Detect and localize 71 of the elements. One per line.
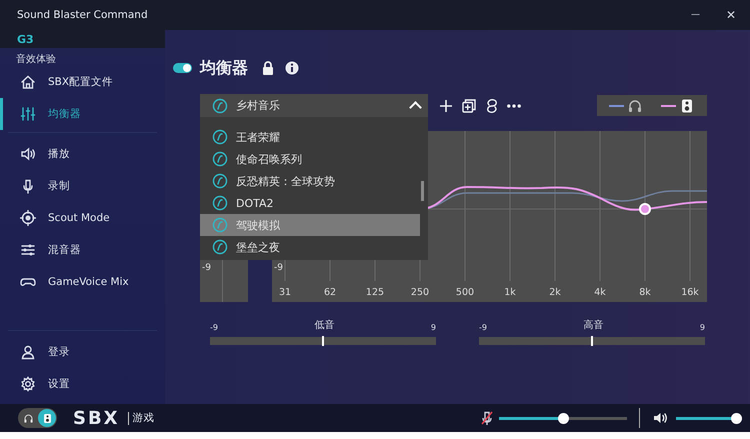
round-emblem-icon <box>212 195 228 211</box>
frequency-label: 4k <box>594 287 606 298</box>
frequency-label: 500 <box>456 287 474 298</box>
info-icon <box>284 60 300 76</box>
sidebar-item[interactable]: 混音器 <box>0 234 165 266</box>
max-label: 9 <box>700 323 705 332</box>
round-emblem-icon <box>212 151 228 167</box>
min-label: -9 <box>210 323 218 332</box>
frequency-label: 250 <box>410 287 430 298</box>
speaker-icon <box>42 412 52 424</box>
gear-icon <box>20 376 36 392</box>
home-icon <box>20 74 36 90</box>
slider-track[interactable] <box>479 337 705 345</box>
device-name: G3 <box>0 30 165 48</box>
frequency-label: 62 <box>324 287 336 298</box>
target-icon <box>20 210 36 226</box>
copy-button[interactable] <box>461 98 477 114</box>
logo: SBX <box>73 408 120 428</box>
output-toggle[interactable] <box>18 408 57 428</box>
slider-label: 低音 <box>314 318 334 332</box>
frequency-label: 2k <box>549 287 561 298</box>
frequency-label: 31 <box>278 287 292 298</box>
mode-label: 游戏 <box>132 411 155 425</box>
slider-thumb[interactable] <box>558 412 569 424</box>
sidebar-item[interactable]: 设置 <box>0 368 165 400</box>
copy-icon <box>461 98 477 114</box>
round-emblem-icon <box>212 129 228 145</box>
speaker-icon <box>20 146 36 162</box>
min-label: -9 <box>479 323 487 332</box>
axis-label: -9 <box>274 263 283 273</box>
frequency-label: 16k <box>681 287 699 298</box>
slider-label: 高音 <box>583 318 604 332</box>
scrollbar[interactable] <box>421 181 424 201</box>
sidebar-item[interactable]: SBX配置文件 <box>0 66 165 98</box>
sidebar-item[interactable]: 登录 <box>0 336 165 368</box>
sliders-icon <box>20 242 36 258</box>
preset-dropdown[interactable]: 乡村音乐 <box>200 94 428 117</box>
preset-option[interactable]: 王者荣耀 <box>200 126 420 148</box>
slider-track[interactable] <box>210 337 436 345</box>
output-option[interactable] <box>38 409 56 427</box>
close-button[interactable]: ✕ <box>722 8 740 22</box>
add-button[interactable] <box>438 98 454 114</box>
more-icon <box>507 104 521 108</box>
frequency-label: 8k <box>639 287 651 298</box>
round-emblem-icon <box>212 239 228 255</box>
preset-option[interactable]: 反恐精英：全球攻势 <box>200 170 420 192</box>
axis-label: -9 <box>202 263 211 273</box>
sidebar-item[interactable]: Scout Mode <box>0 202 165 234</box>
sidebar-item[interactable]: GameVoice Mix <box>0 266 165 298</box>
round-emblem-icon <box>212 217 228 233</box>
user-icon <box>20 344 36 360</box>
section-label: 音效体验 <box>15 52 57 66</box>
sidebar-item[interactable]: 录制 <box>0 170 165 202</box>
preset-option[interactable]: 堡垒之夜 <box>200 236 420 258</box>
window-title: Sound Blaster Command <box>17 9 149 21</box>
add-icon <box>438 98 454 114</box>
sidebar-item[interactable]: 播放 <box>0 138 165 170</box>
slider-thumb[interactable] <box>731 412 742 424</box>
round-emblem-icon <box>212 173 228 189</box>
equalizer-icon <box>20 106 36 122</box>
frequency-label: 125 <box>366 287 384 298</box>
preset-option[interactable]: DOTA2 <box>200 192 420 214</box>
toggle-switch[interactable] <box>173 63 192 73</box>
minimize-button[interactable]: — <box>686 8 704 22</box>
control-point[interactable] <box>639 203 651 215</box>
preset-option[interactable]: 使命召唤系列 <box>200 148 420 170</box>
round-emblem-icon <box>212 98 228 114</box>
max-label: 9 <box>430 323 436 332</box>
headphones-icon <box>22 412 34 424</box>
frequency-label: 1k <box>504 287 516 298</box>
page-title: 均衡器 <box>200 58 248 78</box>
